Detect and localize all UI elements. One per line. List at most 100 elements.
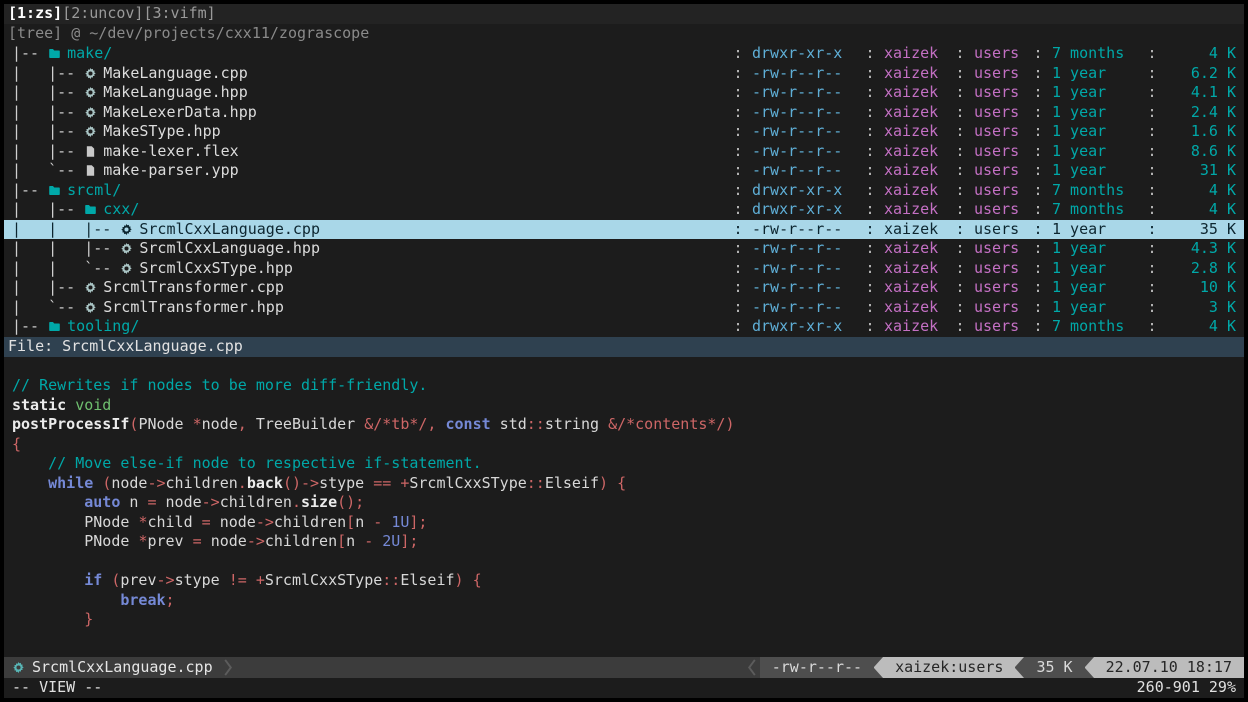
mode-indicator: -- VIEW -- [12, 678, 102, 698]
file-age: 1 year [1052, 142, 1138, 162]
tree-row[interactable]: | | `-- SrcmlCxxSType.hpp:-rw-r--r--:xai… [4, 259, 1244, 279]
tree-row[interactable]: |-- make/:drwxr-xr-x:xaizek:users:7 mont… [4, 44, 1244, 64]
file-name: SrcmlTransformer.cpp [103, 278, 284, 298]
file-permissions: drwxr-xr-x [752, 181, 856, 201]
file-age: 7 months [1052, 200, 1138, 220]
column-separator: : [1024, 317, 1052, 337]
file-size: 4.1 K [1166, 83, 1236, 103]
gear-icon [120, 223, 133, 236]
tree-name-cell: | | |-- SrcmlCxxLanguage.hpp [12, 239, 724, 259]
column-separator: : [1024, 103, 1052, 123]
tree-name-cell: | `-- make-parser.ypp [12, 161, 724, 181]
file-age: 1 year [1052, 220, 1138, 240]
column-separator: : [1138, 239, 1166, 259]
code-line: auto n = node->children.size(); [12, 493, 1236, 513]
file-name: cxx/ [103, 200, 139, 220]
folder-icon [48, 320, 61, 333]
column-separator: : [946, 200, 974, 220]
file-group: users [974, 103, 1024, 123]
preview-pane[interactable]: // Rewrites if nodes to be more diff-fri… [4, 357, 1244, 658]
tmux-window-tab[interactable]: [2:uncov] [62, 4, 143, 24]
file-group: users [974, 181, 1024, 201]
folder-icon [48, 184, 61, 197]
column-separator: : [946, 181, 974, 201]
tree-row[interactable]: |-- srcml/:drwxr-xr-x:xaizek:users:7 mon… [4, 181, 1244, 201]
tree-row[interactable]: | |-- cxx/:drwxr-xr-x:xaizek:users:7 mon… [4, 200, 1244, 220]
tree-name-cell: | |-- MakeLanguage.cpp [12, 64, 724, 84]
file-size: 4 K [1166, 200, 1236, 220]
tree-row[interactable]: | |-- MakeSType.hpp:-rw-r--r--:xaizek:us… [4, 122, 1244, 142]
column-separator: : [724, 103, 752, 123]
tree-row[interactable]: | |-- MakeLexerData.hpp:-rw-r--r--:xaize… [4, 103, 1244, 123]
tree-branch: | |-- [12, 200, 84, 220]
preview-header: File: SrcmlCxxLanguage.cpp [4, 337, 1244, 357]
file-name: SrcmlCxxSType.hpp [139, 259, 293, 279]
code-line: PNode *prev = node->children[n - 2U]; [12, 532, 1236, 552]
file-size: 1.6 K [1166, 122, 1236, 142]
file-owner: xaizek [884, 44, 946, 64]
column-separator: : [856, 103, 884, 123]
column-separator: : [856, 239, 884, 259]
tmux-window-tab[interactable]: [1:zs] [8, 4, 62, 24]
tree-row[interactable]: | |-- make-lexer.flex:-rw-r--r--:xaizek:… [4, 142, 1244, 162]
tree-row[interactable]: | `-- SrcmlTransformer.hpp:-rw-r--r--:xa… [4, 298, 1244, 318]
tree-row[interactable]: | |-- SrcmlTransformer.cpp:-rw-r--r--:xa… [4, 278, 1244, 298]
tree-name-cell: | |-- MakeLanguage.hpp [12, 83, 724, 103]
tree-name-cell: | |-- make-lexer.flex [12, 142, 724, 162]
tree-name-cell: | |-- MakeSType.hpp [12, 122, 724, 142]
mode-line: -- VIEW -- 260-901 29% [4, 678, 1244, 698]
tree-row[interactable]: | | |-- SrcmlCxxLanguage.cpp:-rw-r--r--:… [4, 220, 1244, 240]
gear-icon [84, 86, 97, 99]
column-separator: : [1024, 44, 1052, 64]
column-separator: : [856, 64, 884, 84]
document-icon [84, 164, 97, 177]
column-separator: : [1024, 298, 1052, 318]
tree-name-cell: | |-- MakeLexerData.hpp [12, 103, 724, 123]
file-name: tooling/ [67, 317, 139, 337]
file-age: 1 year [1052, 259, 1138, 279]
tree-branch: | |-- [12, 64, 84, 84]
column-separator: : [724, 259, 752, 279]
status-segment: 35 K [1024, 657, 1084, 678]
column-separator: : [724, 239, 752, 259]
tree-row[interactable]: | `-- make-parser.ypp:-rw-r--r--:xaizek:… [4, 161, 1244, 181]
tree-branch: | `-- [12, 161, 84, 181]
file-size: 4 K [1166, 317, 1236, 337]
code-line: break; [12, 591, 1236, 611]
file-name: srcml/ [67, 181, 121, 201]
tree-row[interactable]: |-- tooling/:drwxr-xr-x:xaizek:users:7 m… [4, 317, 1244, 337]
column-separator: : [1138, 259, 1166, 279]
tree-row[interactable]: | | |-- SrcmlCxxLanguage.hpp:-rw-r--r--:… [4, 239, 1244, 259]
file-age: 1 year [1052, 122, 1138, 142]
column-separator: : [1138, 64, 1166, 84]
tmux-status-bar: [1:zs][2:uncov][3:vifm] [4, 4, 1244, 24]
position-indicator: 260-901 29% [1137, 678, 1236, 698]
column-separator: : [1138, 317, 1166, 337]
file-name: make-parser.ypp [103, 161, 238, 181]
column-separator: : [946, 298, 974, 318]
file-age: 1 year [1052, 239, 1138, 259]
code-line: PNode *child = node->children[n - 1U]; [12, 513, 1236, 533]
tree-row[interactable]: | |-- MakeLanguage.hpp:-rw-r--r--:xaizek… [4, 83, 1244, 103]
file-owner: xaizek [884, 298, 946, 318]
column-separator: : [856, 83, 884, 103]
status-segment: xaizek:users [883, 657, 1015, 678]
tree-branch: | |-- [12, 83, 84, 103]
powerline-separator [1015, 657, 1024, 678]
column-separator: : [724, 181, 752, 201]
gear-icon [84, 301, 97, 314]
file-group: users [974, 83, 1024, 103]
tmux-window-tab[interactable]: [3:vifm] [143, 4, 215, 24]
file-permissions: -rw-r--r-- [752, 259, 856, 279]
vifm-statusbar: SrcmlCxxLanguage.cpp -rw-r--r--xaizek:us… [4, 657, 1244, 678]
statusbar-left: SrcmlCxxLanguage.cpp [4, 657, 244, 678]
file-owner: xaizek [884, 259, 946, 279]
tree-branch: | `-- [12, 298, 84, 318]
column-separator: : [724, 83, 752, 103]
file-size: 3 K [1166, 298, 1236, 318]
tree-row[interactable]: | |-- MakeLanguage.cpp:-rw-r--r--:xaizek… [4, 64, 1244, 84]
file-size: 35 K [1166, 220, 1236, 240]
file-permissions: -rw-r--r-- [752, 103, 856, 123]
column-separator: : [1024, 239, 1052, 259]
column-separator: : [1024, 83, 1052, 103]
